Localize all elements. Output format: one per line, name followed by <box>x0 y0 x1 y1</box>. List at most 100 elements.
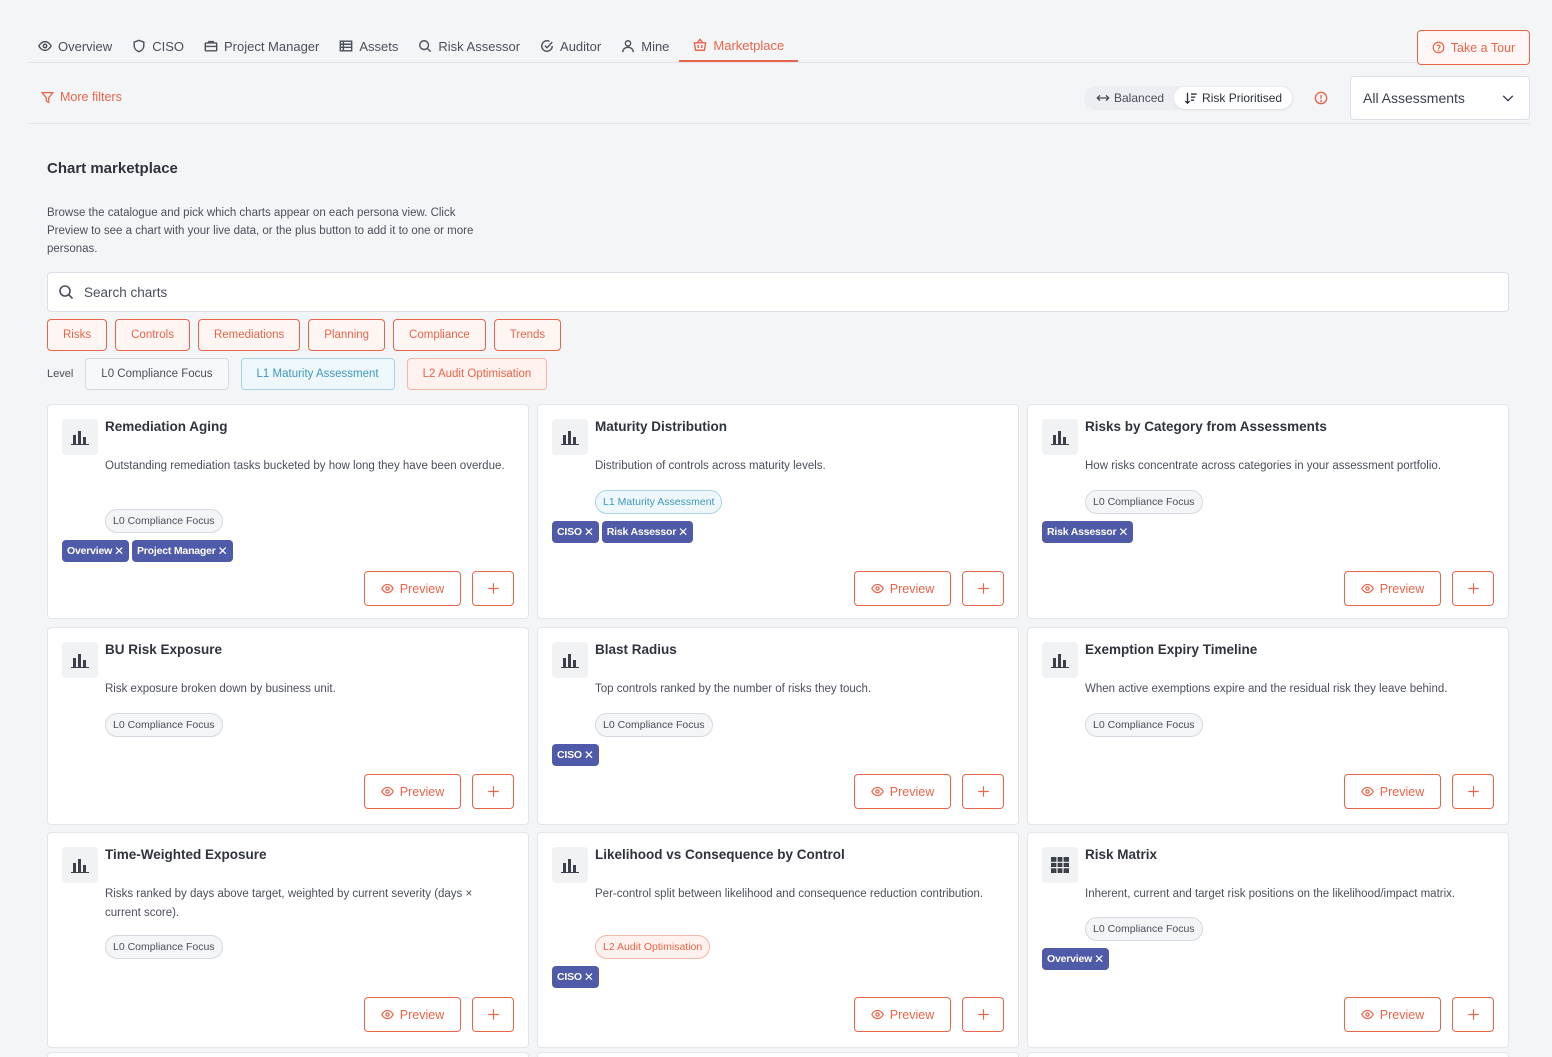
preview-button[interactable]: Preview <box>364 774 461 809</box>
tab-mine[interactable]: Mine <box>611 30 679 62</box>
preview-label: Preview <box>889 1007 935 1022</box>
preview-label: Preview <box>1379 784 1425 799</box>
remove-persona-icon[interactable]: ✕ <box>114 544 124 558</box>
card-description: Risks ranked by days above target, weigh… <box>105 888 473 919</box>
table-icon <box>339 40 353 52</box>
remove-persona-icon[interactable]: ✕ <box>218 544 228 558</box>
plus-icon <box>1467 786 1479 797</box>
add-to-persona-button[interactable] <box>1452 997 1494 1032</box>
tab-label: Project Manager <box>223 38 320 54</box>
eye-icon <box>1360 1009 1374 1020</box>
level-badge: L0 Compliance Focus <box>1085 713 1203 737</box>
level-badge: L0 Compliance Focus <box>105 713 223 737</box>
tab-risk-assessor[interactable]: Risk Assessor <box>408 30 530 62</box>
card-title: Blast Radius <box>595 642 677 657</box>
add-to-persona-button[interactable] <box>472 571 514 606</box>
tab-label: Assets <box>359 38 399 54</box>
persona-tag: CISO ✕ <box>552 521 599 543</box>
preview-button[interactable]: Preview <box>854 774 951 809</box>
category-chip-planning[interactable]: Planning <box>308 319 386 351</box>
level-chip-l0[interactable]: L0 Compliance Focus <box>85 358 229 390</box>
more-filters-button[interactable]: More filters <box>41 90 122 104</box>
card-description: Inherent, current and target risk positi… <box>1085 888 1456 900</box>
search-input[interactable] <box>84 284 1384 300</box>
add-to-persona-button[interactable] <box>472 997 514 1032</box>
assessment-select[interactable]: All Assessments <box>1350 76 1530 120</box>
add-to-persona-button[interactable] <box>472 774 514 809</box>
persona-tag: Risk Assessor ✕ <box>1042 521 1134 543</box>
remove-persona-icon[interactable]: ✕ <box>678 525 688 539</box>
persona-tag: Project Manager ✕ <box>131 540 233 562</box>
tab-label: Mine <box>641 38 670 54</box>
preview-button[interactable]: Preview <box>854 997 951 1032</box>
category-chip-controls[interactable]: Controls <box>115 319 190 351</box>
category-chip-compliance[interactable]: Compliance <box>393 319 486 351</box>
plus-icon <box>977 1009 989 1020</box>
chevron-down-icon <box>1502 95 1514 102</box>
tab-auditor[interactable]: Auditor <box>530 30 611 62</box>
tab-marketplace[interactable]: Marketplace <box>679 30 799 62</box>
bar-chart-icon <box>552 642 588 678</box>
tab-project-manager[interactable]: Project Manager <box>194 30 329 62</box>
remove-persona-icon[interactable]: ✕ <box>584 748 594 762</box>
add-to-persona-button[interactable] <box>962 774 1004 809</box>
persona-tags: CISO ✕ <box>552 966 599 988</box>
search-icon <box>59 285 74 300</box>
card-description: When active exemptions expire and the re… <box>1085 683 1448 695</box>
category-chip-trends[interactable]: Trends <box>493 319 562 351</box>
add-to-persona-button[interactable] <box>1452 774 1494 809</box>
preview-button[interactable]: Preview <box>1344 774 1441 809</box>
preview-label: Preview <box>399 581 445 596</box>
preview-label: Preview <box>1379 581 1425 596</box>
level-badge: L1 Maturity Assessment <box>595 490 723 514</box>
chart-card: Likelihood vs Consequence by Control Per-… <box>537 832 1019 1048</box>
bar-chart-icon <box>1042 642 1078 678</box>
preview-button[interactable]: Preview <box>1344 997 1441 1032</box>
category-chip-remediations[interactable]: Remediations <box>197 319 301 351</box>
category-chip-risks[interactable]: Risks <box>47 319 108 351</box>
preview-button[interactable]: Preview <box>854 571 951 606</box>
remove-persona-icon[interactable]: ✕ <box>1094 952 1104 966</box>
preview-button[interactable]: Preview <box>1344 571 1441 606</box>
persona-tag-label: Risk Assessor <box>606 526 677 538</box>
add-to-persona-button[interactable] <box>962 997 1004 1032</box>
chart-card: Risk Matrix Inherent, current and target … <box>1027 832 1509 1048</box>
card-description: Top controls ranked by the number of ris… <box>595 683 872 695</box>
plus-icon <box>487 786 499 797</box>
chart-card: Time-Weighted Exposure Risks ranked by da… <box>47 832 529 1048</box>
chart-card: Risks by Category from Assessments How ri… <box>1027 404 1509 619</box>
remove-persona-icon[interactable]: ✕ <box>584 970 594 984</box>
level-badge: L0 Compliance Focus <box>105 509 223 533</box>
persona-tag: Risk Assessor ✕ <box>601 521 693 543</box>
remove-persona-icon[interactable]: ✕ <box>584 525 594 539</box>
filter-icon <box>41 91 54 103</box>
preview-label: Preview <box>1379 1007 1425 1022</box>
tab-assets[interactable]: Assets <box>329 30 408 62</box>
persona-tags: Overview ✕ <box>1042 948 1109 970</box>
preview-button[interactable]: Preview <box>364 571 461 606</box>
level-badge: L0 Compliance Focus <box>1085 917 1203 941</box>
briefcase-icon <box>204 40 218 52</box>
add-to-persona-button[interactable] <box>962 571 1004 606</box>
mode-balanced[interactable]: Balanced <box>1086 87 1174 109</box>
take-a-tour-button[interactable]: Take a Tour <box>1417 30 1530 65</box>
eye-icon <box>1360 786 1374 797</box>
mode-risk-prioritised[interactable]: Risk Prioritised <box>1174 87 1293 109</box>
level-chip-l2[interactable]: L2 Audit Optimisation <box>406 358 548 390</box>
search-bar <box>47 272 1509 312</box>
persona-tags: CISO ✕ <box>552 744 599 766</box>
page-title: Chart marketplace <box>47 160 178 177</box>
info-icon[interactable] <box>1314 91 1328 105</box>
tab-ciso[interactable]: CISO <box>122 30 194 62</box>
tab-label: CISO <box>152 38 184 54</box>
level-badge: L2 Audit Optimisation <box>595 935 711 959</box>
chart-card <box>537 1052 1019 1057</box>
bar-chart-icon <box>62 419 98 455</box>
level-chip-l1[interactable]: L1 Maturity Assessment <box>240 358 395 390</box>
remove-persona-icon[interactable]: ✕ <box>1118 525 1128 539</box>
bar-chart-icon <box>62 847 98 883</box>
tab-overview[interactable]: Overview <box>28 30 122 62</box>
add-to-persona-button[interactable] <box>1452 571 1494 606</box>
persona-tag-label: CISO <box>557 749 582 761</box>
preview-button[interactable]: Preview <box>364 997 461 1032</box>
